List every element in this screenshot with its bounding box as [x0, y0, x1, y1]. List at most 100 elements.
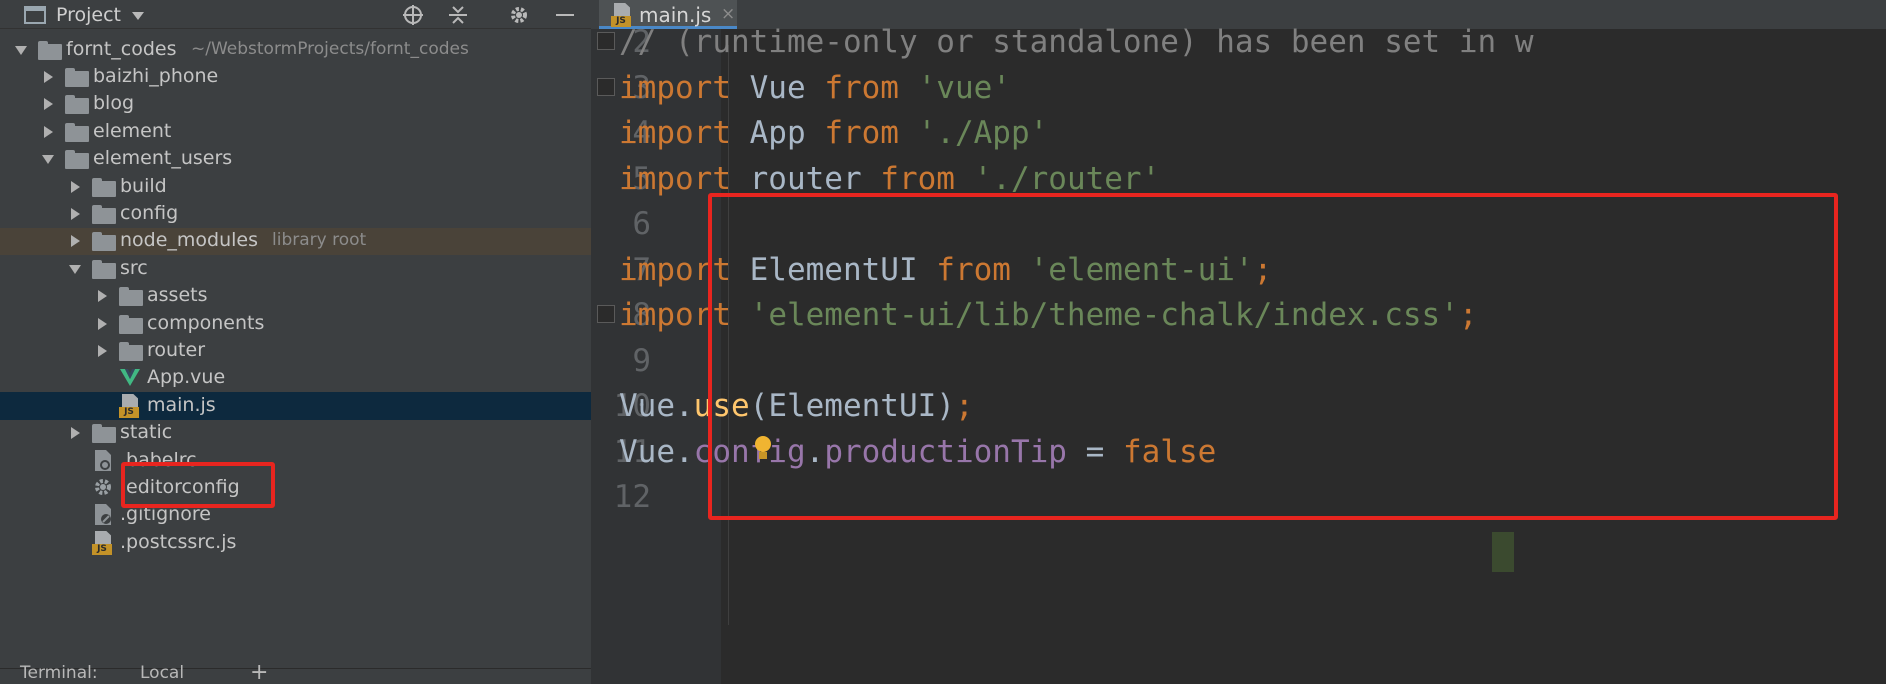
code-token: from	[880, 160, 955, 197]
code-line[interactable]: import Vue from 'vue'	[619, 70, 1011, 106]
close-icon[interactable]: ×	[721, 4, 735, 24]
project-view-icon	[24, 0, 46, 29]
folder-icon	[119, 314, 143, 334]
collapsed-arrow-icon[interactable]	[68, 234, 82, 248]
tree-item-label: static	[120, 421, 173, 444]
tree-folder-row[interactable]: config	[0, 200, 591, 227]
js-file-icon: JS	[119, 393, 141, 418]
code-token: // (runtime-only or standalone) has been…	[619, 24, 1534, 60]
tree-folder-row[interactable]: node_modules library root	[0, 227, 591, 256]
collapsed-arrow-icon[interactable]	[95, 317, 109, 331]
tree-folder-row[interactable]: build	[0, 173, 591, 200]
code-token: Vue.	[619, 433, 694, 470]
collapse-icon[interactable]	[447, 0, 469, 29]
tree-item-label: build	[120, 174, 167, 197]
tree-folder-row[interactable]: static	[0, 420, 591, 447]
tree-item-label: router	[147, 339, 206, 362]
folder-icon	[38, 40, 62, 60]
tree-item-label: src	[120, 256, 148, 279]
tree-folder-row[interactable]: baizhi_phone	[0, 63, 591, 90]
tree-folder-row[interactable]: assets	[0, 283, 591, 310]
line-number: 12	[613, 479, 651, 515]
gitignore-file-icon	[92, 503, 114, 527]
tree-item-label: element_users	[93, 147, 233, 170]
expanded-arrow-icon[interactable]	[14, 43, 28, 57]
tree-file-row[interactable]: JS main.js	[0, 392, 591, 420]
babel-file-icon	[92, 449, 114, 473]
annotation-box-code	[708, 193, 1838, 520]
minimize-icon[interactable]	[554, 0, 576, 29]
project-view-selector[interactable]: Project	[56, 0, 145, 29]
js-file-icon: JS	[92, 530, 114, 555]
folder-icon	[119, 342, 143, 362]
tree-item-label: fornt_codes	[66, 37, 177, 60]
tree-folder-row[interactable]: src	[0, 255, 591, 282]
tree-item-label: config	[120, 202, 179, 225]
tree-file-row[interactable]: .babelrc	[0, 447, 591, 474]
code-token: 'vue'	[917, 69, 1011, 106]
local-tab[interactable]: Local	[140, 663, 184, 683]
collapsed-arrow-icon[interactable]	[41, 125, 55, 139]
collapsed-arrow-icon[interactable]	[68, 180, 82, 194]
folder-icon	[119, 287, 143, 307]
code-line[interactable]: // (runtime-only or standalone) has been…	[619, 24, 1534, 60]
expanded-arrow-icon[interactable]	[41, 152, 55, 166]
collapsed-arrow-icon[interactable]	[68, 207, 82, 221]
code-token: Vue	[730, 69, 825, 106]
fold-marker-icon[interactable]	[597, 77, 615, 96]
tree-folder-row[interactable]: blog	[0, 91, 591, 118]
tree-file-row[interactable]: .gitignore	[0, 502, 591, 529]
folder-icon	[65, 150, 89, 170]
tree-item-label: baizhi_phone	[93, 65, 219, 88]
project-title: Project	[56, 3, 122, 26]
terminal-label[interactable]: Terminal:	[20, 663, 98, 683]
fold-marker-icon[interactable]	[597, 32, 615, 50]
tree-folder-row[interactable]: element	[0, 118, 591, 145]
tree-folder-row[interactable]: components	[0, 310, 591, 337]
code-token: './App'	[917, 115, 1049, 151]
code-line[interactable]: import router from './router'	[619, 161, 1160, 197]
folder-icon	[92, 177, 116, 197]
fold-marker-icon[interactable]	[597, 305, 615, 323]
folder-icon	[92, 205, 116, 225]
collapsed-arrow-icon[interactable]	[41, 70, 55, 84]
bottom-tool-strip: Terminal: Local +	[0, 660, 591, 684]
tree-item-label: App.vue	[147, 366, 226, 389]
code-token: router	[730, 160, 881, 197]
tree-file-row[interactable]: JS .postcssrc.js	[0, 529, 591, 556]
tree-item-hint: library root	[272, 230, 367, 251]
tree-item-hint: ~/WebstormProjects/fornt_codes	[191, 38, 469, 59]
gear-icon[interactable]	[508, 0, 530, 29]
chevron-down-icon	[131, 4, 145, 26]
tree-folder-row[interactable]: fornt_codes ~/WebstormProjects/fornt_code…	[0, 36, 591, 63]
folder-icon	[65, 95, 89, 115]
code-line[interactable]: import App from './App'	[619, 115, 1048, 151]
tree-folder-row[interactable]: element_users	[0, 146, 591, 173]
collapsed-arrow-icon[interactable]	[95, 344, 109, 358]
tree-folder-row[interactable]: router	[0, 337, 591, 364]
folder-icon	[65, 68, 89, 88]
collapsed-arrow-icon[interactable]	[68, 426, 82, 440]
tree-file-row[interactable]: .editorconfig	[0, 474, 591, 501]
add-icon[interactable]: +	[250, 660, 268, 684]
code-token: from	[824, 69, 899, 106]
collapsed-arrow-icon[interactable]	[41, 97, 55, 111]
folder-icon	[92, 259, 116, 279]
annotation-box-file	[121, 462, 275, 508]
tree-file-row[interactable]: App.vue	[0, 365, 591, 392]
project-panel-header: Project	[0, 0, 591, 29]
tree-item-label: element	[93, 119, 172, 142]
code-token: from	[824, 115, 899, 151]
tree-item-label: node_modules	[120, 229, 259, 252]
tree-item-label: .postcssrc.js	[120, 530, 237, 553]
expanded-arrow-icon[interactable]	[68, 262, 82, 276]
tree-item-label: main.js	[147, 393, 216, 416]
code-token: App	[730, 115, 825, 151]
tree-item-label: blog	[93, 92, 135, 115]
collapsed-arrow-icon[interactable]	[95, 289, 109, 303]
line-number: 9	[632, 342, 651, 379]
code-token: './router'	[973, 160, 1161, 197]
crosshair-icon[interactable]	[402, 0, 424, 29]
code-token: import	[619, 69, 731, 106]
